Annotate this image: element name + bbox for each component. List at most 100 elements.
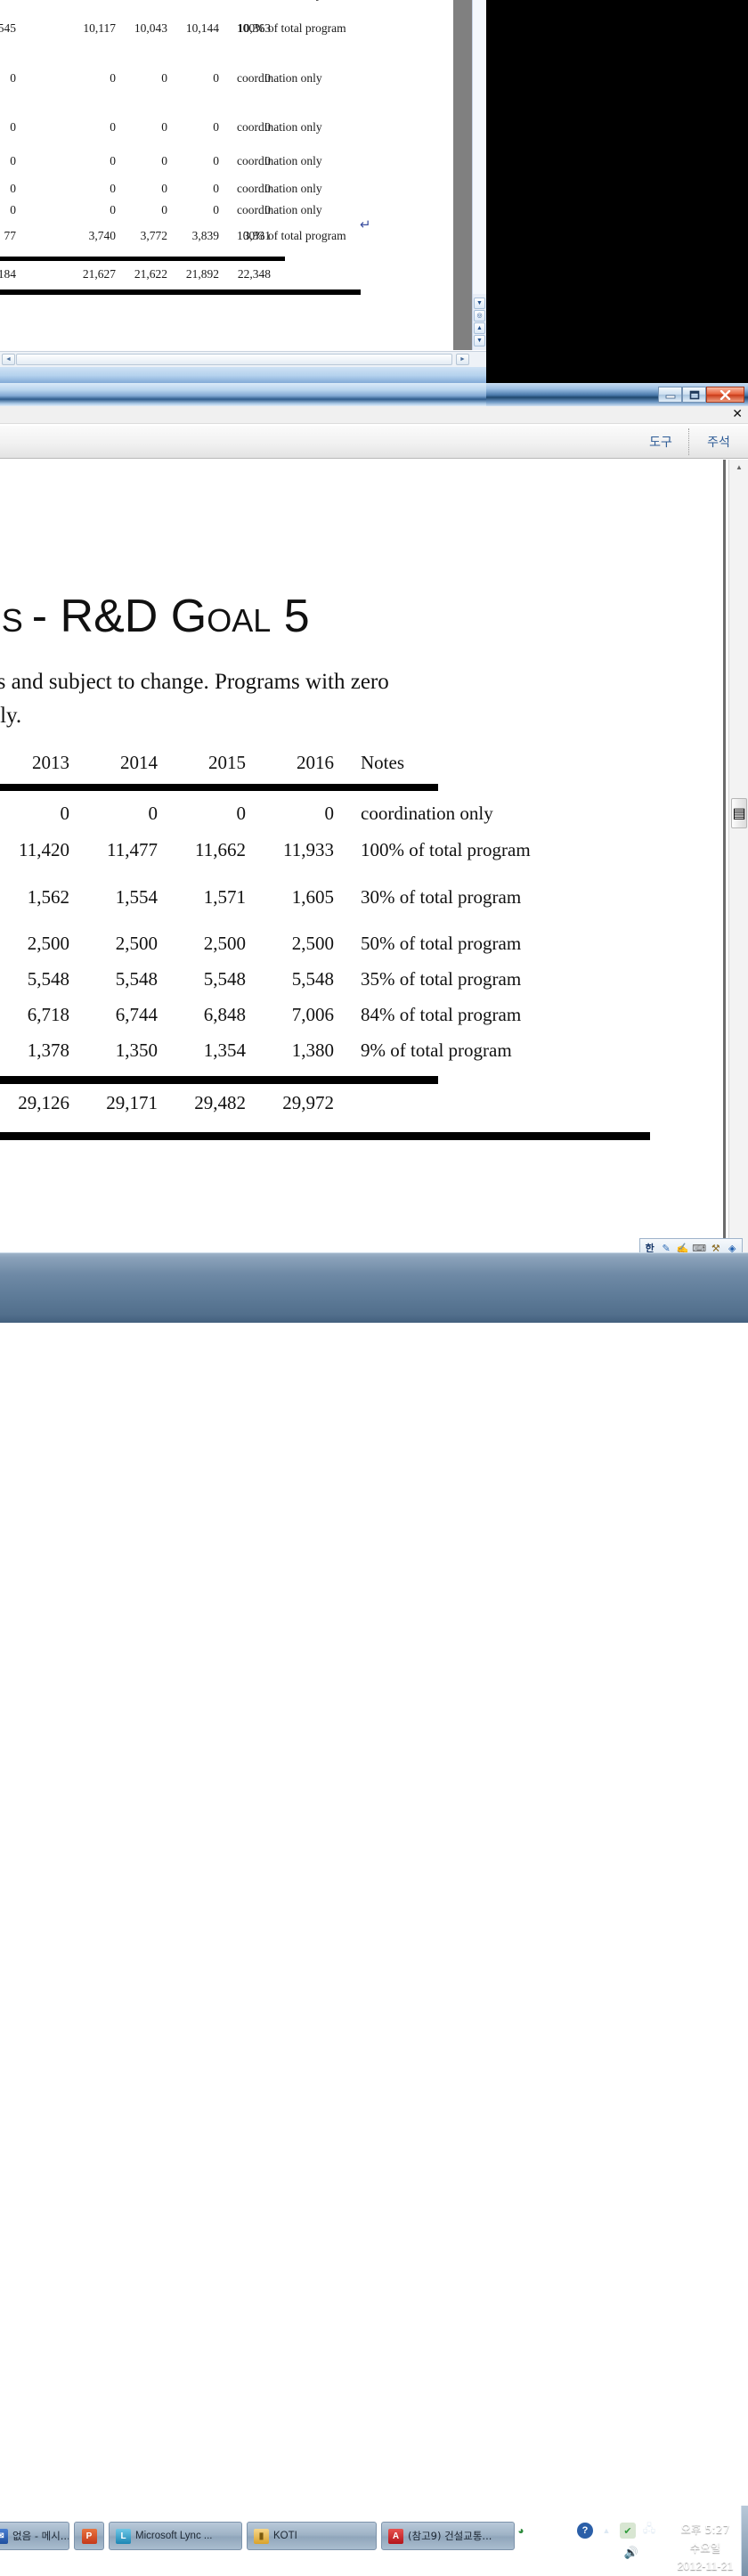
word-document-page[interactable]: coordination only 545 10,117 10,043 10,1…	[0, 0, 452, 350]
close-pane-icon[interactable]: ✕	[732, 408, 743, 420]
pdf-page-viewport[interactable]: T S - R&D GOAL 5 mates and subject to ch…	[0, 460, 748, 1252]
row-note: 50% of total program	[361, 933, 522, 954]
cell: 2,500	[203, 933, 246, 954]
minimize-button[interactable]	[658, 387, 682, 403]
word-horizontal-scrollbar[interactable]: ◄ ►	[0, 351, 486, 367]
scroll-right-button[interactable]: ►	[456, 354, 469, 365]
column-header: 2014	[120, 752, 158, 773]
table-row: 0 0 0 0 0 coordination only	[0, 203, 452, 223]
total-cell: 29,171	[106, 1092, 158, 1113]
show-desktop-button[interactable]	[741, 2506, 748, 2576]
cell: 0	[10, 120, 16, 134]
cell: 184	[0, 267, 16, 281]
cell: 0	[324, 803, 335, 824]
window-controls[interactable]	[658, 387, 744, 403]
cell: 5,548	[203, 968, 246, 990]
cell: 0	[213, 120, 219, 134]
cell: 0	[110, 182, 116, 195]
previous-page-button[interactable]: ▼	[474, 298, 485, 309]
ime-hanja-icon[interactable]: 漢	[556, 2523, 572, 2539]
taskbar-buttons[interactable]: ✉ 없음 - 메시... P L Microsoft Lync ... ▮ KO…	[0, 2522, 515, 2550]
taskbar-item-label: 없음 - 메시...	[12, 2530, 69, 2542]
row-note: coordination only	[237, 203, 322, 216]
select-browse-object-button[interactable]: ◎	[474, 310, 485, 322]
tools-button[interactable]: 도구	[638, 431, 684, 452]
total-cell: 29,972	[282, 1092, 334, 1113]
cell: 0	[148, 803, 159, 824]
cell: 1,554	[115, 886, 158, 908]
powerpoint-icon: P	[81, 2528, 97, 2544]
cell: 10,144	[185, 21, 219, 35]
clock-day: 수요일	[689, 2541, 721, 2555]
show-hidden-icons-icon[interactable]: ▲	[598, 2523, 614, 2539]
acrobat-menu-strip	[0, 406, 748, 424]
scroll-left-button[interactable]: ◄	[2, 354, 15, 365]
row-note: coordination only	[361, 803, 493, 824]
table-row: 0 0 0 0 0 coordination only	[0, 120, 452, 140]
cell: 2,500	[115, 933, 158, 954]
word-window[interactable]: coordination only 545 10,117 10,043 10,1…	[0, 0, 486, 397]
cell: 0	[110, 203, 116, 216]
cell: 7,006	[291, 1004, 334, 1025]
cell: 11,420	[19, 839, 69, 860]
network-icon[interactable]: 🖧	[641, 2522, 657, 2539]
pdf-subtitle-line-1: mates and subject to change. Programs wi…	[0, 670, 389, 694]
cell: 22,348	[237, 267, 271, 281]
ime-hangul-icon[interactable]: 가	[534, 2523, 550, 2539]
windows-taskbar[interactable]: ✉ 없음 - 메시... P L Microsoft Lync ... ▮ KO…	[0, 1252, 748, 2576]
cell: 21,622	[134, 267, 167, 281]
cell: 3,740	[88, 229, 116, 242]
scroll-up-arrow-icon[interactable]: ▲	[731, 460, 747, 474]
taskbar-item-label: (참고9) 건설교통...	[408, 2530, 492, 2542]
taskbar-item-koti[interactable]: ▮ KOTI	[247, 2522, 377, 2550]
cell: 0	[213, 182, 219, 195]
scrollbar-thumb[interactable]: ▤	[731, 798, 747, 828]
next-page-up-button[interactable]: ▲	[474, 322, 485, 334]
word-page-margin	[452, 0, 472, 350]
antivirus-icon[interactable]: ✔	[620, 2523, 636, 2539]
table-rule-bottom	[0, 1132, 650, 1140]
maximize-button[interactable]	[682, 387, 706, 403]
cell: 11,477	[107, 839, 158, 860]
scrollbar-track[interactable]	[473, 0, 486, 294]
close-button[interactable]	[706, 387, 744, 403]
paragraph-mark-icon: ↵	[360, 216, 371, 232]
cell: 21,627	[82, 267, 116, 281]
cell: 10,043	[134, 21, 167, 35]
row-note: coordination only	[237, 154, 322, 167]
cell: 0	[110, 71, 116, 85]
pdf-subtitle-line-2: es only.	[0, 704, 22, 728]
cell: 11,933	[283, 839, 334, 860]
word-vertical-scrollbar[interactable]: ▼ ◎ ▲ ▼	[472, 0, 486, 350]
help-icon[interactable]: ?	[577, 2523, 593, 2539]
taskbar-item-lync[interactable]: L Microsoft Lync ...	[109, 2522, 242, 2550]
ime-language-icon[interactable]: ◕	[513, 2523, 529, 2539]
cell: 0	[213, 154, 219, 167]
cell: 1,378	[27, 1039, 69, 1061]
row-note: coordination only	[237, 182, 322, 195]
clock-date: 2012-11-21	[677, 2560, 734, 2572]
cell: 5,548	[291, 968, 334, 990]
system-tray[interactable]: ◕ 가 漢 ? ▲ ✔ 🖧 🔊 오후 5:27 수요일 2012-11-21	[513, 2516, 748, 2576]
taskbar-item-acrobat[interactable]: A (참고9) 건설교통...	[381, 2522, 515, 2550]
taskbar-clock[interactable]: 오후 5:27 수요일 2012-11-21	[663, 2516, 748, 2576]
pdf-page-edge	[723, 460, 726, 1252]
row-note: coordination only	[237, 120, 322, 134]
cell: 0	[60, 803, 70, 824]
volume-icon[interactable]: 🔊	[623, 2545, 639, 2561]
folder-icon: ▮	[254, 2528, 269, 2544]
tray-icons[interactable]: ◕ 가 漢 ? ▲ ✔ 🖧 🔊	[513, 2516, 663, 2559]
next-page-down-button[interactable]: ▼	[474, 335, 485, 346]
horizontal-scrollbar-thumb[interactable]	[16, 354, 452, 365]
cell: 3,839	[191, 229, 219, 242]
comment-button[interactable]: 주석	[693, 431, 744, 452]
pdf-vertical-scrollbar[interactable]: ▲ ▤ ▼	[728, 460, 748, 1252]
column-header: 2015	[208, 752, 246, 773]
table-rule-top	[0, 784, 438, 791]
taskbar-item-outlook[interactable]: ✉ 없음 - 메시...	[0, 2522, 69, 2550]
pdf-page[interactable]: T S - R&D GOAL 5 mates and subject to ch…	[0, 460, 728, 1252]
cell: 0	[110, 154, 116, 167]
taskbar-item-powerpoint[interactable]: P	[74, 2522, 104, 2550]
cell: 11,662	[195, 839, 246, 860]
cell: 1,605	[291, 886, 334, 908]
